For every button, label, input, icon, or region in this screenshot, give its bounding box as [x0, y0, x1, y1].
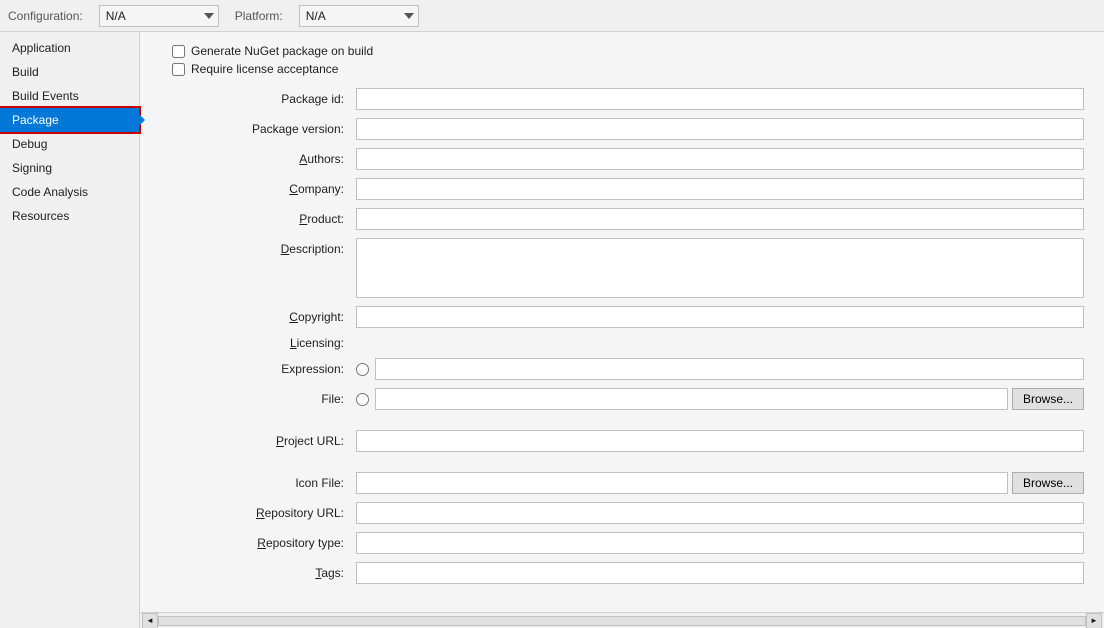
- generate-nuget-checkbox[interactable]: [172, 45, 185, 58]
- copyright-label-text: Copyright:: [289, 310, 344, 324]
- generate-nuget-row: Generate NuGet package on build: [156, 44, 1084, 58]
- sidebar-item-signing[interactable]: Signing: [0, 156, 139, 180]
- file-label-text: File:: [321, 392, 344, 406]
- sidebar-item-package[interactable]: Package: [0, 108, 139, 132]
- authors-label-text: Authors:: [299, 152, 344, 166]
- content-inner: Generate NuGet package on build Require …: [156, 44, 1104, 584]
- file-input[interactable]: [375, 388, 1008, 410]
- icon-file-input-group: Browse...: [356, 472, 1084, 494]
- project-url-input[interactable]: [356, 430, 1084, 452]
- icon-file-row: Icon File: Browse...: [156, 472, 1084, 494]
- package-id-label: Package id:: [156, 92, 356, 106]
- expression-row: Expression:: [156, 358, 1084, 380]
- icon-file-label: Icon File:: [156, 476, 356, 490]
- product-input[interactable]: SimpleClassLibrary: [356, 208, 1084, 230]
- expression-input[interactable]: [375, 358, 1084, 380]
- package-version-label-text: Package version:: [252, 122, 344, 136]
- description-label-text: Description:: [281, 242, 344, 256]
- scroll-left-arrow[interactable]: ◄: [142, 613, 158, 628]
- description-row: Description:: [156, 238, 1084, 298]
- product-row: Product: SimpleClassLibrary: [156, 208, 1084, 230]
- project-url-row: Project URL:: [156, 430, 1084, 452]
- config-label: Configuration:: [8, 9, 83, 23]
- company-row: Company: SimpleClassLibrary: [156, 178, 1084, 200]
- require-license-label: Require license acceptance: [191, 62, 338, 76]
- repository-type-row: Repository type:: [156, 532, 1084, 554]
- repository-type-label: Repository type:: [156, 536, 356, 550]
- company-input[interactable]: SimpleClassLibrary: [356, 178, 1084, 200]
- sidebar-item-resources[interactable]: Resources: [0, 204, 139, 228]
- authors-row: Authors: SimpleClassLibrary: [156, 148, 1084, 170]
- tags-label-text: Tags:: [315, 566, 344, 580]
- repository-url-row: Repository URL:: [156, 502, 1084, 524]
- file-browse-button[interactable]: Browse...: [1012, 388, 1084, 410]
- description-input[interactable]: [356, 238, 1084, 298]
- scroll-right-arrow[interactable]: ►: [1086, 613, 1102, 628]
- content-scroll[interactable]: Generate NuGet package on build Require …: [140, 32, 1104, 612]
- icon-file-input[interactable]: [356, 472, 1008, 494]
- expression-label: Expression:: [156, 362, 356, 376]
- require-license-checkbox-label[interactable]: Require license acceptance: [164, 62, 338, 76]
- expression-label-text: Expression:: [281, 362, 344, 376]
- sidebar-item-application[interactable]: Application: [0, 36, 139, 60]
- platform-select[interactable]: N/A: [299, 5, 419, 27]
- sidebar-item-build-events[interactable]: Build Events: [0, 84, 139, 108]
- copyright-row: Copyright:: [156, 306, 1084, 328]
- tags-label: Tags:: [156, 566, 356, 580]
- icon-file-browse-button[interactable]: Browse...: [1012, 472, 1084, 494]
- sidebar-item-build[interactable]: Build: [0, 60, 139, 84]
- file-row: File: Browse...: [156, 388, 1084, 410]
- licensing-label-text: Licensing:: [290, 336, 344, 350]
- repository-url-label: Repository URL:: [156, 506, 356, 520]
- repository-url-input[interactable]: [356, 502, 1084, 524]
- package-id-row: Package id: SimpleClassLibrary: [156, 88, 1084, 110]
- file-input-group: Browse...: [375, 388, 1084, 410]
- require-license-row: Require license acceptance: [156, 62, 1084, 76]
- file-label: File:: [156, 392, 356, 406]
- require-license-checkbox[interactable]: [172, 63, 185, 76]
- licensing-header-row: Licensing:: [156, 336, 1084, 350]
- project-url-label: Project URL:: [156, 434, 356, 448]
- bottom-scrollbar: ◄ ►: [140, 612, 1104, 628]
- generate-nuget-label: Generate NuGet package on build: [191, 44, 373, 58]
- icon-file-label-text: Icon File:: [295, 476, 344, 490]
- project-url-label-text: Project URL:: [276, 434, 344, 448]
- separator-1: [156, 418, 1084, 430]
- content-area: Generate NuGet package on build Require …: [140, 32, 1104, 628]
- company-label-text: Company:: [289, 182, 344, 196]
- copyright-input[interactable]: [356, 306, 1084, 328]
- authors-input[interactable]: SimpleClassLibrary: [356, 148, 1084, 170]
- file-radio-row: Browse...: [356, 388, 1084, 410]
- copyright-label: Copyright:: [156, 310, 356, 324]
- licensing-label: Licensing:: [156, 336, 356, 350]
- package-version-row: Package version: 1.0.0: [156, 118, 1084, 140]
- product-label: Product:: [156, 212, 356, 226]
- main-layout: Application Build Build Events Package D…: [0, 32, 1104, 628]
- expression-radio[interactable]: [356, 363, 369, 376]
- tags-row: Tags:: [156, 562, 1084, 584]
- package-version-input[interactable]: 1.0.0: [356, 118, 1084, 140]
- config-select[interactable]: N/A: [99, 5, 219, 27]
- sidebar-item-debug[interactable]: Debug: [0, 132, 139, 156]
- sidebar: Application Build Build Events Package D…: [0, 32, 140, 628]
- generate-nuget-checkbox-label[interactable]: Generate NuGet package on build: [164, 44, 373, 58]
- expression-radio-row: [356, 358, 1084, 380]
- package-version-label: Package version:: [156, 122, 356, 136]
- product-label-text: Product:: [299, 212, 344, 226]
- repository-url-label-text: Repository URL:: [256, 506, 344, 520]
- company-label: Company:: [156, 182, 356, 196]
- repository-type-label-text: Repository type:: [257, 536, 344, 550]
- platform-label: Platform:: [235, 9, 283, 23]
- authors-label: Authors:: [156, 152, 356, 166]
- package-id-label-text: Package id:: [281, 92, 344, 106]
- file-radio[interactable]: [356, 393, 369, 406]
- repository-type-input[interactable]: [356, 532, 1084, 554]
- package-id-input[interactable]: SimpleClassLibrary: [356, 88, 1084, 110]
- h-scroll-track[interactable]: [158, 616, 1086, 626]
- description-label: Description:: [156, 238, 356, 256]
- top-bar: Configuration: N/A Platform: N/A: [0, 0, 1104, 32]
- tags-input[interactable]: [356, 562, 1084, 584]
- separator-2: [156, 460, 1084, 472]
- sidebar-item-code-analysis[interactable]: Code Analysis: [0, 180, 139, 204]
